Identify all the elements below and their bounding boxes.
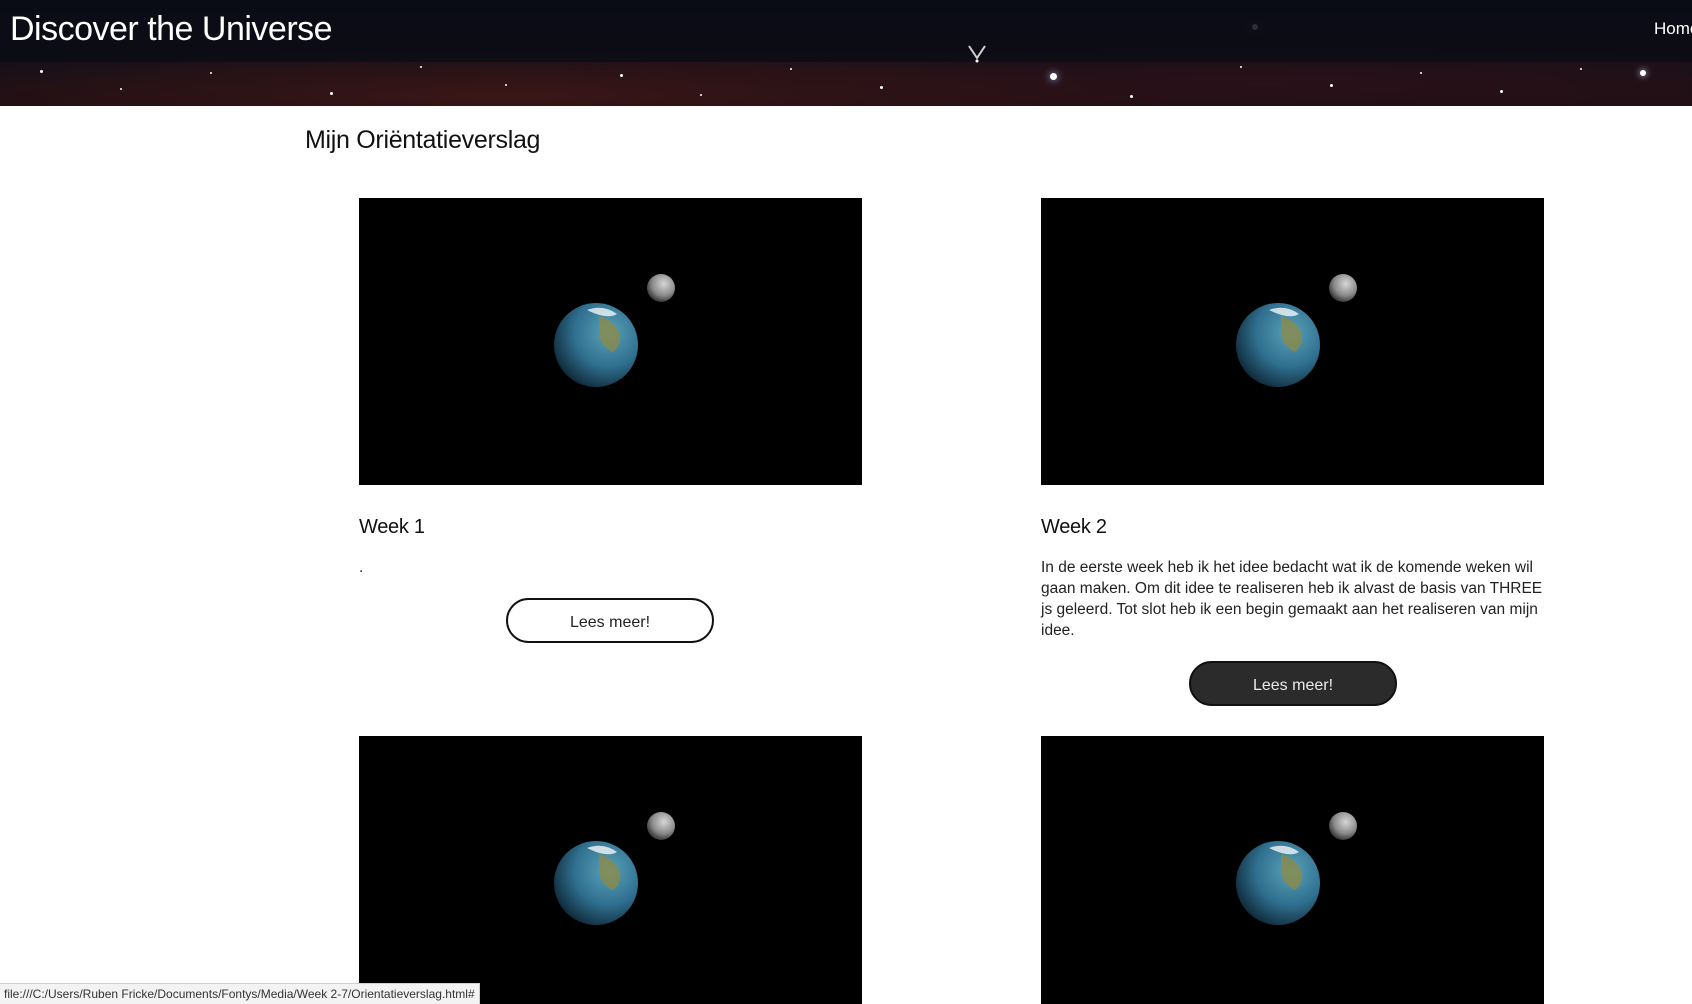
read-more-button[interactable]: Lees meer! (506, 598, 714, 643)
card-description: . (359, 559, 364, 576)
earth-moon-render (359, 736, 862, 1004)
earth-moon-icon (554, 812, 675, 925)
star (1500, 90, 1503, 93)
earth-moon-icon (1236, 274, 1357, 387)
report-card (359, 736, 862, 1004)
report-card-week-2: Week 2 In de eerste week heb ik het idee… (1041, 198, 1544, 710)
site-brand[interactable]: Discover the Universe (10, 10, 333, 49)
star (1050, 73, 1057, 80)
star (120, 88, 122, 90)
chevron-down-icon[interactable] (966, 40, 988, 64)
star (790, 68, 792, 70)
earth-moon-icon (1236, 812, 1357, 925)
star (1240, 66, 1242, 68)
star (505, 84, 507, 86)
star (210, 72, 212, 74)
report-card-week-1: Week 1 . Lees meer! (359, 198, 862, 648)
star (330, 92, 333, 95)
page-title: Mijn Oriëntatieverslag (305, 126, 541, 154)
nav-link-home[interactable]: Home (1654, 19, 1692, 39)
star (880, 86, 883, 89)
earth-moon-render (359, 198, 862, 485)
star (40, 70, 43, 73)
star (1580, 68, 1582, 70)
star (620, 74, 623, 77)
earth-moon-render (1041, 736, 1544, 1004)
card-title: Week 1 (359, 516, 425, 538)
star (1330, 84, 1333, 87)
card-description: In de eerste week heb ik het idee bedach… (1041, 559, 1543, 639)
navbar: Discover the Universe Home (0, 0, 1692, 62)
star (420, 66, 422, 68)
star (1130, 95, 1133, 98)
earth-moon-render (1041, 198, 1544, 485)
browser-status-bar: file:///C:/Users/Ruben Fricke/Documents/… (0, 983, 480, 1004)
star (1420, 72, 1422, 74)
report-card (1041, 736, 1544, 1004)
star (1640, 70, 1646, 76)
star (700, 94, 702, 96)
earth-moon-icon (554, 274, 675, 387)
hero-banner: Discover the Universe Home (0, 0, 1692, 106)
read-more-button[interactable]: Lees meer! (1189, 661, 1397, 706)
card-title: Week 2 (1041, 516, 1107, 538)
